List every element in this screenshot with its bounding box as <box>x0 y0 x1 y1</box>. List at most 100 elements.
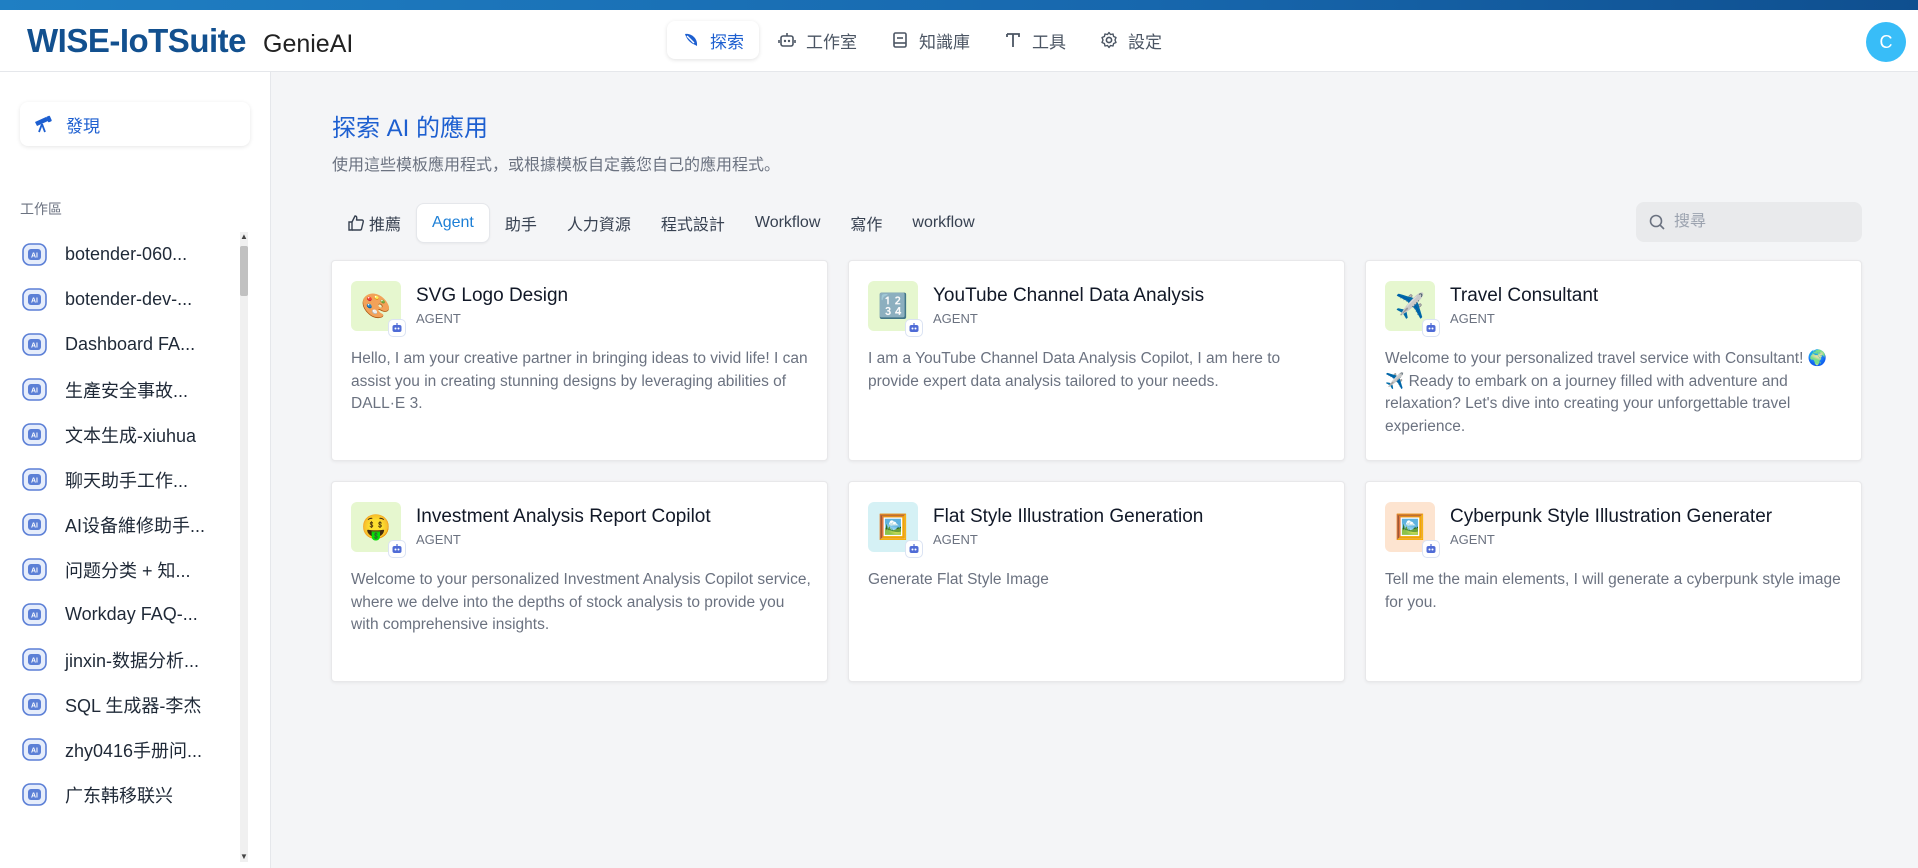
sidebar: 發現 工作區 AI botender-060... AI botender-dev-.… <box>0 72 271 868</box>
search-icon <box>1648 213 1666 231</box>
nav-explore[interactable]: 探索 <box>667 21 759 59</box>
svg-text:AI: AI <box>31 343 38 350</box>
thumbs-up-icon <box>347 214 365 232</box>
app-emoji: 🖼️ <box>1395 513 1425 541</box>
app-name: Investment Analysis Report Copilot <box>416 506 711 527</box>
tab-4[interactable]: 程式設計 <box>646 203 740 243</box>
tool-icon <box>1004 31 1022 49</box>
sidebar-workspace-item[interactable]: AI Dashboard FA... <box>20 322 248 367</box>
sidebar-workspace-label: Workday FAQ-... <box>65 604 198 624</box>
app-name: SVG Logo Design <box>416 285 569 306</box>
sidebar-discover-label: 發現 <box>66 116 100 136</box>
scroll-up-arrow-icon[interactable]: ▲ <box>240 232 248 242</box>
tab-0[interactable]: 推薦 <box>332 203 416 243</box>
sidebar-workspace-item[interactable]: AI botender-060... <box>20 232 248 277</box>
compass-icon <box>682 31 700 49</box>
sidebar-workspace-label: 聊天助手工作... <box>65 470 189 491</box>
sidebar-workspace-item[interactable]: AI botender-dev-... <box>20 277 248 322</box>
tab-label: 助手 <box>504 217 537 234</box>
svg-text:AI: AI <box>31 433 38 440</box>
app-card[interactable]: ✈️ Travel Consultant AGENT Welcome to your … <box>1365 260 1862 461</box>
tab-label: 程式設計 <box>660 217 725 234</box>
sidebar-workspace-item[interactable]: AI AI设备維修助手... <box>20 502 248 547</box>
tab-3[interactable]: 人力資源 <box>552 203 646 243</box>
ai-app-icon: AI <box>20 690 49 719</box>
sidebar-workspace-item[interactable]: AI 问题分类 + 知... <box>20 547 248 592</box>
app-emoji: ✈️ <box>1395 292 1425 320</box>
app-card[interactable]: 🖼️ Cyberpunk Style Illustration Generater… <box>1365 481 1862 682</box>
nav-tools[interactable]: 工具 <box>989 21 1081 59</box>
nav-label: 設定 <box>1128 32 1162 52</box>
tab-2[interactable]: 助手 <box>490 203 552 243</box>
tab-label: 寫作 <box>850 217 883 234</box>
app-type: AGENT <box>933 311 978 326</box>
robot-icon <box>778 31 796 49</box>
scrollbar-track <box>240 232 248 862</box>
nav-settings[interactable]: 設定 <box>1085 21 1177 59</box>
svg-text:AI: AI <box>31 253 38 260</box>
sidebar-workspace-item[interactable]: AI zhy0416手册问... <box>20 727 248 772</box>
sidebar-workspace-label: botender-dev-... <box>65 289 193 309</box>
workspace-heading: 工作區 <box>20 201 62 217</box>
sidebar-workspace-item[interactable]: AI 广东韩移联兴 <box>20 772 248 817</box>
app-description: Hello, I am your creative partner in bri… <box>351 350 808 412</box>
svg-text:AI: AI <box>31 478 38 485</box>
tab-1[interactable]: Agent <box>416 203 490 243</box>
nav-label: 工作室 <box>806 32 857 52</box>
app-name: YouTube Channel Data Analysis <box>933 285 1205 306</box>
page-title: 探索 AI 的應用 <box>332 115 489 142</box>
sidebar-workspace-item[interactable]: AI 聊天助手工作... <box>20 457 248 502</box>
app-type: AGENT <box>1450 532 1495 547</box>
sidebar-workspace-item[interactable]: AI jinxin-数据分析... <box>20 637 248 682</box>
sidebar-workspace-item[interactable]: AI 文本生成-xiuhua <box>20 412 248 457</box>
agent-badge-icon <box>905 540 923 558</box>
tab-5[interactable]: Workflow <box>740 203 836 243</box>
app-type: AGENT <box>416 311 461 326</box>
app-card[interactable]: 🎨 SVG Logo Design AGENT Hello, I am your cr… <box>331 260 828 461</box>
tab-7[interactable]: workflow <box>897 203 989 243</box>
app-type: AGENT <box>416 532 461 547</box>
top-header: WISE-IoTSuite GenieAI 探索 工作室 知識庫 工具 設定 C <box>0 10 1918 72</box>
nav-studio[interactable]: 工作室 <box>763 21 872 59</box>
ai-app-icon: AI <box>20 555 49 584</box>
tab-label: Workflow <box>754 214 821 231</box>
brand[interactable]: WISE-IoTSuite GenieAI <box>27 22 353 60</box>
sidebar-workspace-label: botender-060... <box>65 244 188 264</box>
ai-app-icon: AI <box>20 465 49 494</box>
scrollbar-thumb[interactable] <box>240 246 248 296</box>
sidebar-workspace-label: 文本生成-xiuhua <box>65 425 197 446</box>
nav-knowledge[interactable]: 知識庫 <box>876 21 985 59</box>
app-type: AGENT <box>1450 311 1495 326</box>
main-nav: 探索 工作室 知識庫 工具 設定 <box>667 21 1181 59</box>
svg-text:AI: AI <box>31 523 38 530</box>
agent-badge-icon <box>388 319 406 337</box>
ai-app-icon: AI <box>20 375 49 404</box>
sidebar-workspace-label: 问题分类 + 知... <box>65 560 191 581</box>
svg-text:AI: AI <box>31 793 38 800</box>
sidebar-workspace-item[interactable]: AI 生產安全事故... <box>20 367 248 412</box>
sidebar-workspace-item[interactable]: AI Workday FAQ-... <box>20 592 248 637</box>
app-emoji: 🖼️ <box>878 513 908 541</box>
book-icon <box>891 31 909 49</box>
ai-app-icon: AI <box>20 600 49 629</box>
tab-label: workflow <box>912 214 975 231</box>
tab-label: 推薦 <box>369 217 402 234</box>
svg-text:AI: AI <box>31 658 38 665</box>
sidebar-scrollbar[interactable]: ▲ ▼ <box>238 232 250 862</box>
top-accent-bar <box>0 0 1918 10</box>
search-box[interactable] <box>1636 202 1862 242</box>
sidebar-discover[interactable]: 發現 <box>20 102 250 146</box>
sidebar-workspace-item[interactable]: AI SQL 生成器-李杰 <box>20 682 248 727</box>
app-card[interactable]: 🤑 Investment Analysis Report Copilot AGENT… <box>331 481 828 682</box>
app-card[interactable]: 🖼️ Flat Style Illustration Generation AGEN… <box>848 481 1345 682</box>
search-input[interactable] <box>1674 213 1844 231</box>
sidebar-workspace-label: jinxin-数据分析... <box>65 650 200 671</box>
scroll-down-arrow-icon[interactable]: ▼ <box>240 852 248 862</box>
app-card[interactable]: 🔢 YouTube Channel Data Analysis AGENT I am … <box>848 260 1345 461</box>
avatar[interactable]: C <box>1866 22 1906 62</box>
tab-6[interactable]: 寫作 <box>835 203 897 243</box>
nav-label: 探索 <box>710 32 744 52</box>
app-name: Flat Style Illustration Generation <box>933 506 1204 527</box>
agent-badge-icon <box>905 319 923 337</box>
tab-label: Agent <box>432 214 474 231</box>
